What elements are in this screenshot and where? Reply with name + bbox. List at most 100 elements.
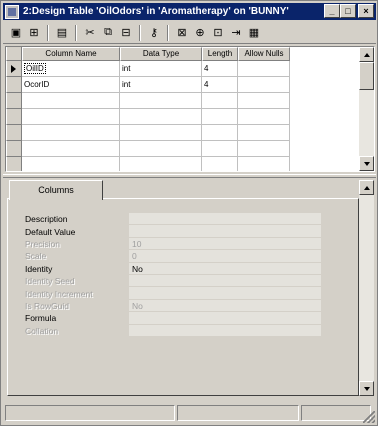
manage-constraints-icon[interactable]: ⊡ xyxy=(209,24,227,42)
row-selector[interactable] xyxy=(6,77,22,93)
default-value-field[interactable] xyxy=(129,225,321,238)
empty-cell[interactable] xyxy=(22,109,120,125)
empty-cell[interactable] xyxy=(238,109,290,125)
data-type-cell[interactable]: int xyxy=(120,77,202,93)
manage-checks-icon[interactable]: ▦ xyxy=(245,24,263,42)
row-selector[interactable] xyxy=(6,157,22,171)
cut-icon[interactable]: ✂ xyxy=(81,24,99,42)
description-field[interactable] xyxy=(129,213,321,226)
identity-field[interactable]: No xyxy=(129,262,321,275)
empty-cell[interactable] xyxy=(202,157,238,171)
scroll-thumb[interactable] xyxy=(359,62,374,90)
allow-nulls-cell[interactable] xyxy=(238,77,290,93)
paste-icon[interactable]: ⊟ xyxy=(117,24,135,42)
property-row-default-value: Default Value xyxy=(25,225,321,238)
row-selector[interactable] xyxy=(6,61,22,77)
empty-cell[interactable] xyxy=(120,109,202,125)
property-row-identity: Identity No xyxy=(25,262,321,275)
property-label: Default Value xyxy=(25,226,76,237)
empty-cell[interactable] xyxy=(202,109,238,125)
empty-cell[interactable] xyxy=(202,125,238,141)
column-name-cell[interactable]: OcorID xyxy=(22,77,120,93)
properties-vertical-scrollbar[interactable] xyxy=(359,180,374,396)
empty-cell[interactable] xyxy=(238,93,290,109)
empty-cell[interactable] xyxy=(22,93,120,109)
empty-cell[interactable] xyxy=(238,125,290,141)
table-row-empty[interactable] xyxy=(6,109,359,125)
properties-icon[interactable]: ⊞ xyxy=(25,24,43,42)
empty-cell[interactable] xyxy=(22,125,120,141)
empty-cell[interactable] xyxy=(120,141,202,157)
property-row-scale: Scale 0 xyxy=(25,250,321,263)
data-type-cell[interactable]: int xyxy=(120,61,202,77)
manage-triggers-icon[interactable]: ⇥ xyxy=(227,24,245,42)
empty-cell[interactable] xyxy=(238,157,290,171)
table-design-icon xyxy=(5,4,19,19)
empty-cell[interactable] xyxy=(120,157,202,171)
property-label: Is RowGuid xyxy=(25,300,69,311)
is-rowguid-field: No xyxy=(129,299,321,313)
column-header-allow-nulls[interactable]: Allow Nulls xyxy=(238,47,290,61)
toolbar-separator xyxy=(75,24,77,41)
property-label: Scale xyxy=(25,251,47,262)
pane-splitter[interactable] xyxy=(3,174,376,178)
empty-cell[interactable] xyxy=(22,157,120,171)
table-row-empty[interactable] xyxy=(6,125,359,141)
allow-nulls-cell[interactable] xyxy=(238,61,290,77)
scroll-down-button[interactable] xyxy=(359,381,374,396)
table-row[interactable]: OcorID int 4 xyxy=(6,77,359,93)
empty-cell[interactable] xyxy=(202,93,238,109)
scale-field: 0 xyxy=(129,250,321,263)
column-header-length[interactable]: Length xyxy=(202,47,238,61)
design-table-window: 2:Design Table 'OilOdors' in 'Aromathera… xyxy=(0,0,378,426)
generate-script-icon[interactable]: ▤ xyxy=(53,24,71,42)
window-title: 2:Design Table 'OilOdors' in 'Aromathera… xyxy=(23,6,289,17)
grid-vertical-scrollbar[interactable] xyxy=(359,47,374,171)
maximize-button[interactable]: □ xyxy=(340,4,356,18)
manage-relationships-icon[interactable]: ⊠ xyxy=(173,24,191,42)
table-row-empty[interactable] xyxy=(6,157,359,171)
row-selector[interactable] xyxy=(6,109,22,125)
empty-cell[interactable] xyxy=(120,93,202,109)
save-icon[interactable]: ▣ xyxy=(7,24,25,42)
formula-field[interactable] xyxy=(129,312,321,325)
scroll-up-button[interactable] xyxy=(359,47,374,62)
close-button[interactable]: × xyxy=(358,4,374,18)
row-selector[interactable] xyxy=(6,141,22,157)
scroll-down-button[interactable] xyxy=(359,156,374,171)
identity-increment-field xyxy=(129,287,321,300)
column-name-text[interactable]: OilID xyxy=(24,63,46,74)
header-corner xyxy=(6,47,22,61)
property-label: Precision xyxy=(25,238,60,249)
property-label: Description xyxy=(25,214,68,225)
toolbar-separator xyxy=(47,24,49,41)
title-bar[interactable]: 2:Design Table 'OilOdors' in 'Aromathera… xyxy=(3,3,376,20)
empty-cell[interactable] xyxy=(22,141,120,157)
empty-cell[interactable] xyxy=(120,125,202,141)
column-name-cell[interactable]: OilID xyxy=(22,61,120,77)
row-selector[interactable] xyxy=(6,125,22,141)
table-row-empty[interactable] xyxy=(6,141,359,157)
scroll-up-button[interactable] xyxy=(359,180,374,195)
manage-indexes-icon[interactable]: ⊕ xyxy=(191,24,209,42)
length-cell[interactable]: 4 xyxy=(202,77,238,93)
property-label: Collation xyxy=(25,325,59,336)
length-cell[interactable]: 4 xyxy=(202,61,238,77)
tab-columns[interactable]: Columns xyxy=(9,180,103,200)
row-selector[interactable] xyxy=(6,93,22,109)
property-row-identity-seed: Identity Seed xyxy=(25,274,321,288)
toolbar-separator xyxy=(167,24,169,41)
copy-icon[interactable]: ⧉ xyxy=(99,24,117,42)
empty-cell[interactable] xyxy=(202,141,238,157)
column-header-name[interactable]: Column Name xyxy=(22,47,120,61)
empty-cell[interactable] xyxy=(238,141,290,157)
property-row-collation: Collation xyxy=(25,324,321,337)
minimize-button[interactable]: _ xyxy=(324,4,340,18)
table-row-empty[interactable] xyxy=(6,93,359,109)
set-primary-key-icon[interactable]: ⚷ xyxy=(145,24,163,42)
column-header-type[interactable]: Data Type xyxy=(120,47,202,61)
resize-grip-icon[interactable] xyxy=(363,411,375,423)
toolbar-separator xyxy=(139,24,141,41)
arrow-up-icon xyxy=(363,185,370,190)
table-row[interactable]: OilID int 4 xyxy=(6,61,359,77)
